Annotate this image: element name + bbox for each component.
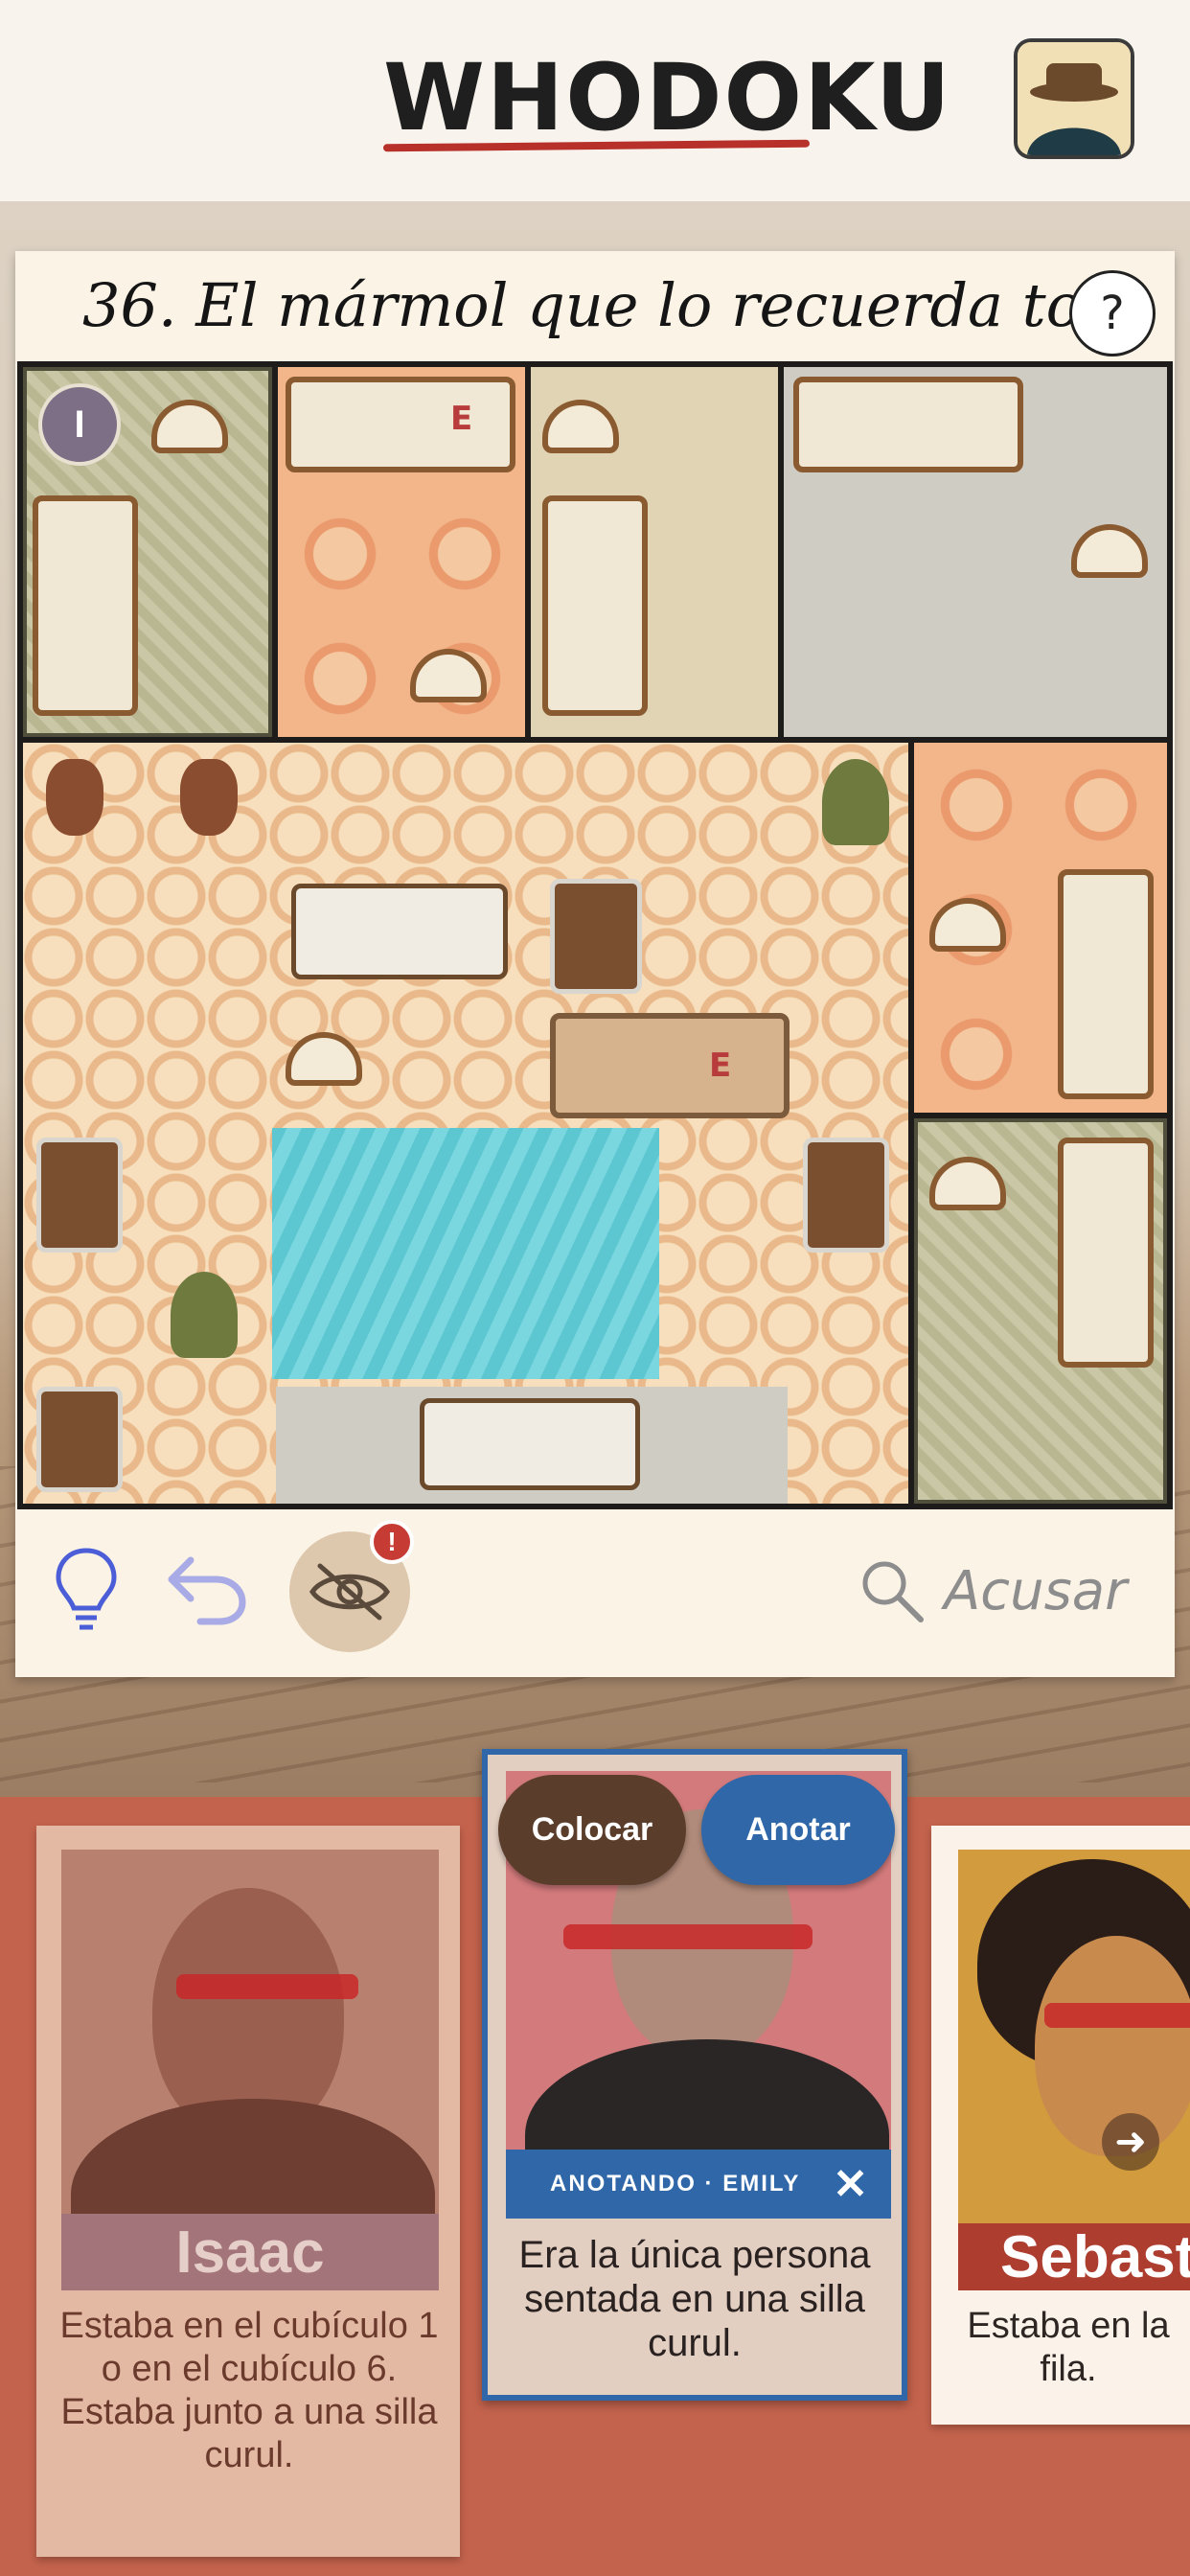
couch-furniture[interactable] (793, 377, 1023, 472)
hint-button[interactable] (38, 1541, 134, 1637)
redaction-band (176, 1974, 358, 1999)
help-button[interactable]: ? (1069, 270, 1156, 356)
annotating-banner: ANOTANDO · EMILY ✕ (506, 2150, 891, 2219)
eye-slash-icon (309, 1563, 391, 1621)
accuse-button[interactable]: Acusar (858, 1543, 1127, 1639)
table-furniture[interactable] (420, 1398, 640, 1490)
couch-furniture[interactable] (1058, 1138, 1154, 1368)
close-icon[interactable]: ✕ (833, 2160, 868, 2209)
couch-furniture[interactable] (286, 377, 515, 472)
alert-badge: ! (370, 1520, 414, 1564)
potted-plant-decoration (171, 1272, 238, 1358)
couch-furniture[interactable] (33, 495, 138, 716)
lightbulb-icon (56, 1548, 117, 1630)
accuse-label: Acusar (944, 1559, 1128, 1622)
redaction-band (563, 1924, 812, 1949)
logo-text: WHODOKU (383, 44, 952, 151)
evidence-marker: E (450, 400, 473, 438)
annotate-button[interactable]: Anotar (701, 1775, 895, 1885)
next-arrow-icon[interactable]: ➜ (1102, 2113, 1159, 2171)
potted-plant-decoration (822, 759, 889, 845)
table-furniture[interactable] (291, 884, 508, 979)
suspect-shoulders (525, 2039, 889, 2150)
suspect-name: Isaac (61, 2214, 439, 2290)
suspect-clue: Estaba en el cubículo 1 o en el cubículo… (59, 2306, 439, 2475)
undo-arrow-icon (168, 1556, 246, 1625)
impluvium-pool (272, 1128, 659, 1379)
bookshelf-furniture[interactable] (36, 1138, 123, 1253)
bookshelf-furniture[interactable] (36, 1387, 123, 1492)
rug-furniture[interactable] (550, 1013, 790, 1118)
suspect-clue: Era la única persona sentada en una sill… (518, 2234, 871, 2364)
puzzle-grid: E E (17, 361, 1173, 1509)
suspect-name: Sebast (958, 2223, 1190, 2290)
undo-button[interactable] (158, 1541, 254, 1637)
couch-furniture[interactable] (1058, 869, 1154, 1099)
bookshelf-furniture[interactable] (803, 1138, 889, 1253)
detective-avatar-icon (1018, 42, 1131, 155)
evidence-marker: E (709, 1046, 732, 1085)
annotating-label: ANOTANDO · EMILY (550, 2171, 801, 2196)
profile-button[interactable] (1014, 38, 1134, 159)
magnifier-icon (862, 1561, 924, 1622)
vase-decoration (46, 759, 103, 836)
suspect-portrait (958, 1850, 1190, 2223)
whodoku-logo: WHODOKU (382, 38, 950, 163)
redaction-band (1044, 2003, 1190, 2028)
suspect-shoulders (71, 2099, 435, 2214)
suspect-clue: Estaba en la fila. (967, 2306, 1170, 2389)
puzzle-title: 36. El mármol que lo recuerda todo (82, 270, 1156, 340)
suspect-portrait (61, 1850, 439, 2214)
couch-furniture[interactable] (542, 495, 648, 716)
app-header: WHODOKU (0, 0, 1190, 201)
bookshelf-furniture[interactable] (550, 879, 642, 994)
place-button[interactable]: Colocar (498, 1775, 686, 1885)
suspect-token[interactable]: I (38, 383, 121, 466)
vase-decoration (180, 759, 238, 836)
